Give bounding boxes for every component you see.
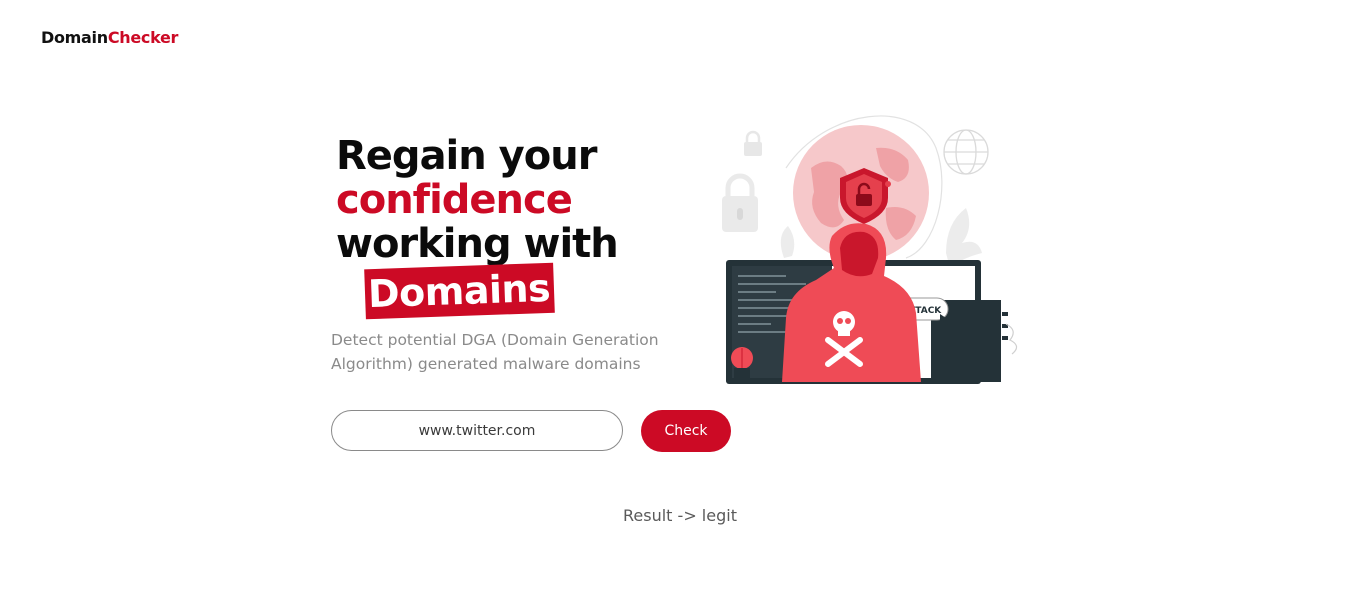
hero-line-1: Regain your <box>336 133 597 179</box>
logo[interactable]: DomainChecker <box>41 28 178 47</box>
domain-input[interactable] <box>331 410 623 451</box>
leaf-icon <box>946 208 982 268</box>
result-text: Result -> legit <box>623 506 737 525</box>
logo-checker-text: Checker <box>107 28 179 47</box>
logo-domain-text: Domain <box>41 28 108 47</box>
check-button[interactable]: Check <box>641 410 731 452</box>
hero-line-3: working with <box>336 221 619 267</box>
domains-highlight-tag: Domains <box>364 262 555 320</box>
hero-title: Regain your confidence working with <box>336 133 619 267</box>
wireframe-globe-icon <box>943 129 989 175</box>
lock-icon <box>744 130 762 156</box>
hero-line-2: confidence <box>336 177 573 223</box>
hero-subtitle: Detect potential DGA (Domain Generation … <box>331 331 659 373</box>
cactus-icon <box>731 347 753 382</box>
padlock-icon <box>722 173 758 232</box>
hacker-illustration: ATTACK <box>722 115 1018 384</box>
